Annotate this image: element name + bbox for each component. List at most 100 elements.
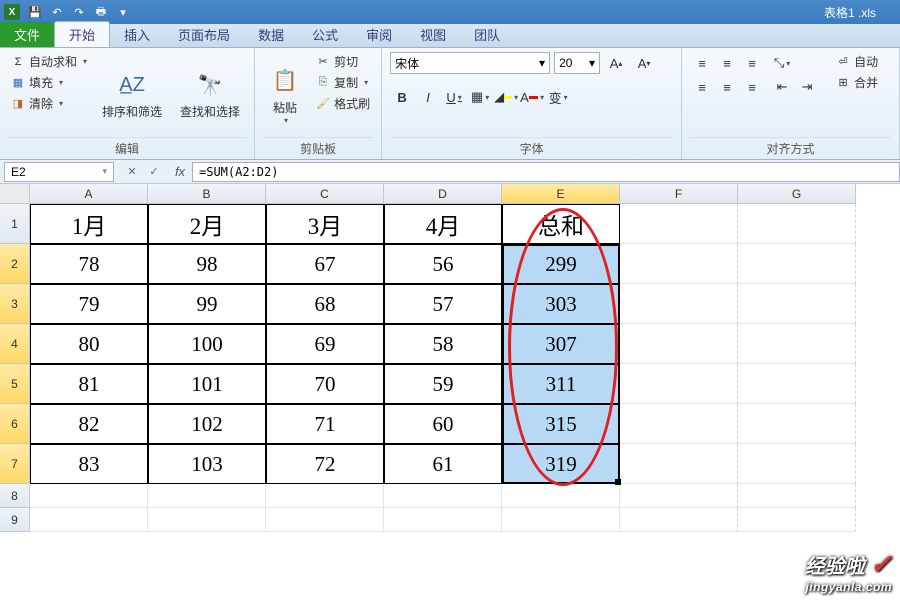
redo-icon[interactable]: ↷: [70, 3, 88, 21]
undo-icon[interactable]: ↶: [48, 3, 66, 21]
tab-insert[interactable]: 插入: [110, 22, 164, 47]
cell-F5[interactable]: [620, 364, 738, 404]
merge-cells-button[interactable]: ⊞合并: [833, 73, 881, 92]
cell-F2[interactable]: [620, 244, 738, 284]
wrap-text-button[interactable]: ⏎自动: [833, 52, 881, 71]
cell-C2[interactable]: 67: [266, 244, 384, 284]
cell-D4[interactable]: 58: [384, 324, 502, 364]
cell-F1[interactable]: [620, 204, 738, 244]
phonetic-button[interactable]: 变: [546, 86, 570, 108]
cell-A2[interactable]: 78: [30, 244, 148, 284]
row-header-8[interactable]: 8: [0, 484, 30, 508]
copy-button[interactable]: ⎘复制: [313, 73, 373, 92]
font-color-button[interactable]: A: [520, 86, 544, 108]
cell-E2[interactable]: 299: [502, 244, 620, 284]
row-header-6[interactable]: 6: [0, 404, 30, 444]
tab-view[interactable]: 视图: [406, 22, 460, 47]
cell-F4[interactable]: [620, 324, 738, 364]
cell-D2[interactable]: 56: [384, 244, 502, 284]
cell-E7[interactable]: 319: [502, 444, 620, 484]
row-header-7[interactable]: 7: [0, 444, 30, 484]
enter-formula-button[interactable]: ✓: [144, 162, 164, 182]
name-box[interactable]: E2▾: [4, 162, 114, 182]
cell-D6[interactable]: 60: [384, 404, 502, 444]
cell-C8[interactable]: [266, 484, 384, 508]
align-left-button[interactable]: ≡: [690, 76, 714, 98]
cell-G1[interactable]: [738, 204, 856, 244]
font-size-combo[interactable]: 20▾: [554, 52, 600, 74]
cell-A8[interactable]: [30, 484, 148, 508]
underline-button[interactable]: U: [442, 86, 466, 108]
cell-C4[interactable]: 69: [266, 324, 384, 364]
print-icon[interactable]: 🖶: [92, 3, 110, 21]
cell-E6[interactable]: 315: [502, 404, 620, 444]
col-header-G[interactable]: G: [738, 184, 856, 204]
font-name-combo[interactable]: 宋体▾: [390, 52, 550, 74]
tab-file[interactable]: 文件: [0, 22, 54, 47]
orientation-button[interactable]: ⤡: [770, 52, 794, 74]
cell-D5[interactable]: 59: [384, 364, 502, 404]
align-center-button[interactable]: ≡: [715, 76, 739, 98]
cell-B7[interactable]: 103: [148, 444, 266, 484]
cell-D8[interactable]: [384, 484, 502, 508]
save-icon[interactable]: 💾: [26, 3, 44, 21]
align-middle-button[interactable]: ≡: [715, 52, 739, 74]
increase-indent-button[interactable]: ⇥: [795, 76, 819, 98]
cell-C9[interactable]: [266, 508, 384, 532]
sort-filter-button[interactable]: A̲Z 排序和筛选: [96, 52, 168, 137]
cell-B8[interactable]: [148, 484, 266, 508]
cell-F9[interactable]: [620, 508, 738, 532]
cell-B9[interactable]: [148, 508, 266, 532]
fx-icon[interactable]: fx: [168, 164, 192, 179]
tab-review[interactable]: 审阅: [352, 22, 406, 47]
cell-E3[interactable]: 303: [502, 284, 620, 324]
cell-C3[interactable]: 68: [266, 284, 384, 324]
cell-D1[interactable]: 4月: [384, 204, 502, 244]
tab-team[interactable]: 团队: [460, 22, 514, 47]
cell-B4[interactable]: 100: [148, 324, 266, 364]
formula-input[interactable]: =SUM(A2:D2): [192, 162, 900, 182]
cell-G9[interactable]: [738, 508, 856, 532]
cell-C6[interactable]: 71: [266, 404, 384, 444]
tab-formulas[interactable]: 公式: [298, 22, 352, 47]
decrease-font-button[interactable]: A▾: [632, 52, 656, 74]
col-header-F[interactable]: F: [620, 184, 738, 204]
cell-E8[interactable]: [502, 484, 620, 508]
row-header-2[interactable]: 2: [0, 244, 30, 284]
cell-A4[interactable]: 80: [30, 324, 148, 364]
cell-E9[interactable]: [502, 508, 620, 532]
cell-B3[interactable]: 99: [148, 284, 266, 324]
cell-B6[interactable]: 102: [148, 404, 266, 444]
decrease-indent-button[interactable]: ⇤: [770, 76, 794, 98]
format-painter-button[interactable]: 🖌格式刷: [313, 94, 373, 113]
row-header-1[interactable]: 1: [0, 204, 30, 244]
cell-E4[interactable]: 307: [502, 324, 620, 364]
border-button[interactable]: ▦: [468, 86, 492, 108]
cell-F8[interactable]: [620, 484, 738, 508]
cell-G4[interactable]: [738, 324, 856, 364]
cell-A9[interactable]: [30, 508, 148, 532]
cell-G2[interactable]: [738, 244, 856, 284]
col-header-C[interactable]: C: [266, 184, 384, 204]
tab-layout[interactable]: 页面布局: [164, 22, 244, 47]
find-select-button[interactable]: 🔭 查找和选择: [174, 52, 246, 137]
autosum-button[interactable]: Σ自动求和: [8, 52, 90, 71]
cell-F7[interactable]: [620, 444, 738, 484]
fill-button[interactable]: ▦填充: [8, 73, 90, 92]
cell-C7[interactable]: 72: [266, 444, 384, 484]
cell-A7[interactable]: 83: [30, 444, 148, 484]
align-right-button[interactable]: ≡: [740, 76, 764, 98]
cell-E1[interactable]: 总和: [502, 204, 620, 244]
cell-F3[interactable]: [620, 284, 738, 324]
increase-font-button[interactable]: A▴: [604, 52, 628, 74]
cell-G7[interactable]: [738, 444, 856, 484]
row-header-3[interactable]: 3: [0, 284, 30, 324]
cell-A5[interactable]: 81: [30, 364, 148, 404]
cell-G3[interactable]: [738, 284, 856, 324]
qat-more-icon[interactable]: ▾: [114, 3, 132, 21]
cell-B5[interactable]: 101: [148, 364, 266, 404]
row-header-9[interactable]: 9: [0, 508, 30, 532]
bold-button[interactable]: B: [390, 86, 414, 108]
row-header-4[interactable]: 4: [0, 324, 30, 364]
cell-E5[interactable]: 311: [502, 364, 620, 404]
